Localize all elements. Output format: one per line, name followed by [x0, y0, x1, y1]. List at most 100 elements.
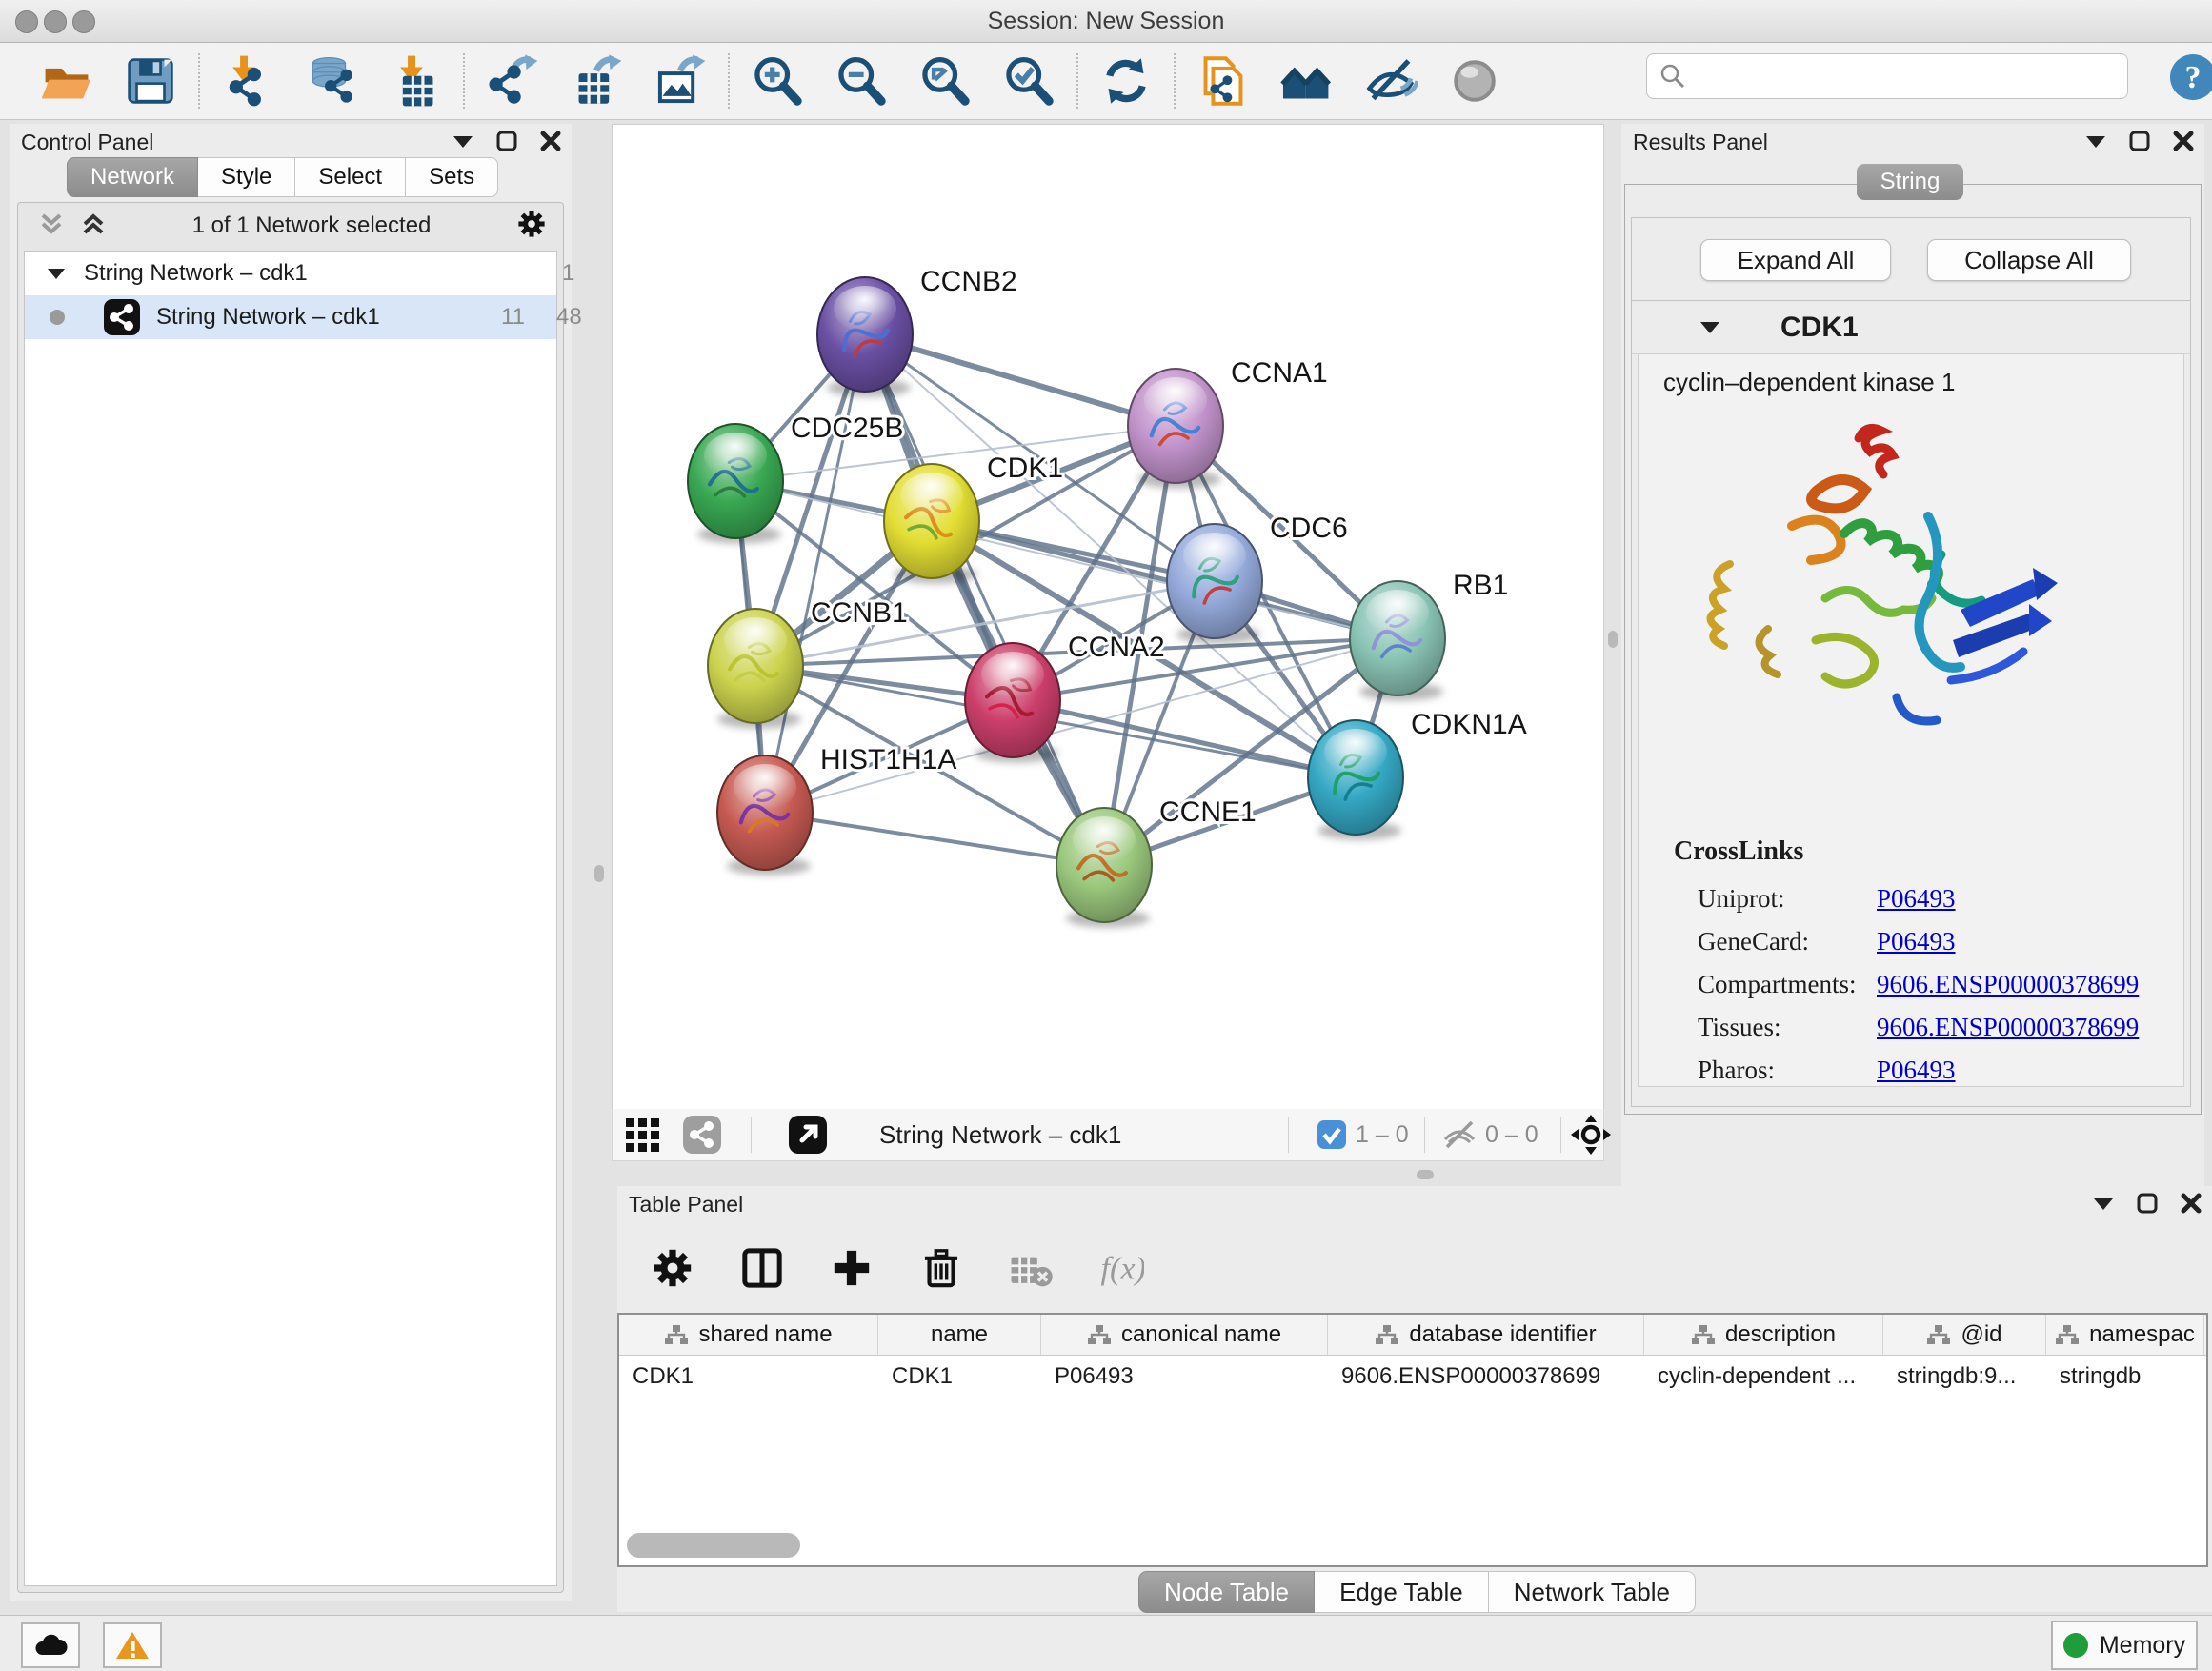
save-session-button[interactable] — [109, 50, 192, 111]
tab-sets[interactable]: Sets — [406, 157, 498, 197]
memory-button[interactable]: Memory — [2051, 1621, 2198, 1670]
export-image-button[interactable] — [638, 50, 722, 111]
bottom-splitter-handle[interactable] — [1417, 1170, 1434, 1179]
help-button[interactable]: ? — [2168, 52, 2212, 107]
control-panel-float-icon[interactable] — [495, 130, 518, 157]
control-panel-close-icon[interactable] — [539, 130, 562, 157]
home-button[interactable] — [1265, 50, 1349, 111]
entry-collapse-icon[interactable] — [1699, 318, 1721, 337]
node-CDKN1A[interactable]: CDKN1A — [1308, 709, 1527, 840]
network-options-gear-icon[interactable] — [515, 208, 548, 245]
tab-network-table[interactable]: Network Table — [1489, 1571, 1696, 1613]
tab-style[interactable]: Style — [198, 157, 295, 197]
tab-node-table[interactable]: Node Table — [1138, 1571, 1315, 1613]
zoom-fit-button[interactable] — [903, 50, 987, 111]
cell-@id[interactable]: stringdb:9... — [1883, 1356, 2046, 1398]
clone-network-button[interactable] — [1181, 50, 1265, 111]
node-RB1[interactable]: RB1 — [1350, 570, 1508, 701]
crosslink-link[interactable]: P06493 — [1877, 1056, 1956, 1085]
column-header-@id[interactable]: @id — [1883, 1315, 2046, 1355]
search-input[interactable] — [1687, 56, 2127, 96]
tab-select[interactable]: Select — [295, 157, 406, 197]
grid-view-icon[interactable] — [622, 1109, 666, 1160]
cell-database-identifier[interactable]: 9606.ENSP00000378699 — [1328, 1356, 1644, 1398]
results-panel-float-icon[interactable] — [2128, 130, 2151, 157]
left-splitter-handle[interactable] — [594, 865, 604, 882]
results-panel-menu-icon[interactable] — [2084, 131, 2107, 155]
control-panel-menu-icon[interactable] — [452, 131, 474, 155]
collapse-all-button[interactable]: Collapse All — [1927, 239, 2131, 281]
crosslink-link[interactable]: 9606.ENSP00000378699 — [1877, 1013, 2139, 1042]
node-HIST1H1A[interactable]: HIST1H1A — [717, 744, 956, 876]
expand-all-button[interactable]: Expand All — [1700, 239, 1891, 281]
zoom-in-button[interactable] — [735, 50, 819, 111]
open-in-window-icon[interactable] — [787, 1109, 829, 1160]
collection-expand-icon[interactable] — [46, 265, 67, 282]
gear-button[interactable] — [642, 1238, 703, 1299]
node-CDC6[interactable]: CDC6 — [1167, 513, 1348, 644]
export-network-button[interactable] — [471, 50, 554, 111]
import-database-button[interactable] — [290, 50, 373, 111]
cell-namespac[interactable]: stringdb — [2046, 1356, 2204, 1398]
hide-selected-button[interactable] — [1349, 50, 1433, 111]
string-style-icon[interactable] — [681, 1109, 723, 1160]
node-CDC25B[interactable]: CDC25B — [688, 413, 903, 544]
collapse-all-networks-icon[interactable] — [37, 210, 66, 243]
column-label: database identifier — [1409, 1321, 1596, 1348]
cloud-status-button[interactable] — [21, 1622, 80, 1668]
node-CCNA1[interactable]: CCNA1 — [1128, 357, 1328, 489]
show-hidden-button[interactable] — [1433, 50, 1517, 111]
column-header-database-identifier[interactable]: database identifier — [1328, 1315, 1644, 1355]
results-panel-close-icon[interactable] — [2172, 130, 2195, 157]
table-horizontal-scrollbar[interactable] — [623, 1533, 2195, 1560]
scrollbar-thumb[interactable] — [627, 1533, 800, 1558]
cell-description[interactable]: cyclin-dependent ... — [1644, 1356, 1883, 1398]
tab-network[interactable]: Network — [67, 157, 198, 197]
column-label: namespac — [2089, 1321, 2195, 1348]
results-tab-string[interactable]: String — [1857, 164, 1963, 200]
cell-shared-name[interactable]: CDK1 — [619, 1356, 878, 1398]
search-box[interactable] — [1646, 53, 2128, 99]
node-CCNB2[interactable]: CCNB2 — [817, 266, 1017, 397]
node-CDK1[interactable]: CDK1 — [884, 453, 1063, 584]
tab-edge-table[interactable]: Edge Table — [1315, 1571, 1489, 1613]
warnings-button[interactable] — [103, 1622, 162, 1668]
columns-icon — [738, 1244, 786, 1292]
open-session-button[interactable] — [25, 50, 109, 111]
column-header-namespac[interactable]: namespac — [2046, 1315, 2204, 1355]
column-header-shared-name[interactable]: shared name — [619, 1315, 878, 1355]
import-table-button[interactable] — [373, 50, 457, 111]
zoom-out-button[interactable] — [819, 50, 903, 111]
selected-checkbox-icon[interactable] — [1316, 1109, 1348, 1160]
column-header-canonical-name[interactable]: canonical name — [1041, 1315, 1328, 1355]
network-canvas[interactable]: CCNB2 CCNA1 CDC25B — [612, 124, 1604, 1110]
table-panel-float-icon[interactable] — [2136, 1192, 2159, 1219]
cell-name[interactable]: CDK1 — [878, 1356, 1041, 1398]
import-network-button[interactable] — [206, 50, 290, 111]
refresh-button[interactable] — [1084, 50, 1168, 111]
cell-canonical-name[interactable]: P06493 — [1041, 1356, 1328, 1398]
memory-label: Memory — [2100, 1632, 2185, 1660]
network-row-selected[interactable]: String Network – cdk1 11 48 — [25, 295, 556, 339]
node-CCNE1[interactable]: CCNE1 — [1056, 796, 1257, 928]
add-button[interactable] — [821, 1238, 882, 1299]
crosslink-link[interactable]: 9606.ENSP00000378699 — [1877, 970, 2139, 999]
expand-all-networks-icon[interactable] — [79, 210, 108, 243]
table-panel-close-icon[interactable] — [2180, 1192, 2202, 1219]
crosslink-link[interactable]: P06493 — [1877, 884, 1956, 914]
node-entry-header[interactable]: CDK1 — [1632, 301, 2190, 354]
zoom-selected-button[interactable] — [987, 50, 1071, 111]
columns-button[interactable] — [732, 1238, 793, 1299]
node-table-row[interactable]: CDK1CDK1P064939606.ENSP00000378699cyclin… — [619, 1356, 2206, 1398]
export-table-button[interactable] — [554, 50, 638, 111]
trash-button[interactable] — [911, 1238, 972, 1299]
table-panel-menu-icon[interactable] — [2092, 1194, 2115, 1218]
right-splitter-handle[interactable] — [1608, 631, 1618, 648]
network-collection-row[interactable]: String Network – cdk1 1 — [25, 252, 556, 295]
column-header-name[interactable]: name — [878, 1315, 1041, 1355]
column-header-description[interactable]: description — [1644, 1315, 1883, 1355]
delete-table-button — [1000, 1238, 1061, 1299]
crosslink-link[interactable]: P06493 — [1877, 927, 1956, 956]
birds-eye-toggle-icon[interactable] — [1569, 1109, 1613, 1160]
node-table[interactable]: shared namenamecanonical name database id… — [617, 1313, 2208, 1567]
